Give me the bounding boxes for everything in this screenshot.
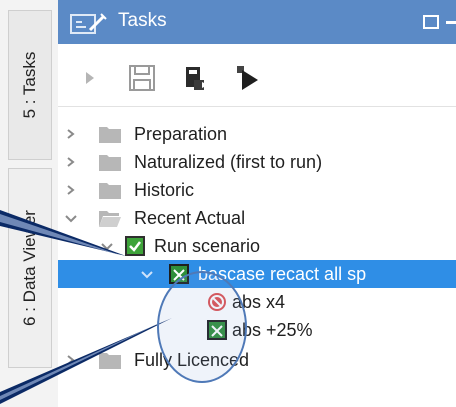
tree-item-label: abs +25%	[232, 320, 313, 340]
folder-icon	[99, 127, 121, 143]
chevron-right-icon[interactable]	[62, 148, 80, 176]
side-tab-label: 5 : Tasks	[20, 51, 39, 119]
tree-item-bascase[interactable]: bascase recact all sp	[58, 260, 456, 288]
tree-item-preparation[interactable]: Preparation	[58, 120, 456, 148]
toolbar-divider	[58, 106, 456, 107]
check-icon	[125, 236, 145, 256]
chevron-down-icon[interactable]	[138, 260, 156, 288]
tree-item-label: Run scenario	[154, 236, 261, 256]
tree-item-label: Preparation	[134, 124, 228, 144]
folder-icon	[99, 183, 121, 199]
export-icon[interactable]	[174, 58, 214, 98]
tree-item-run-scenario[interactable]: Run scenario	[58, 232, 456, 260]
task-tree: Preparation Naturalized (first to run) H…	[58, 108, 456, 407]
tasks-panel: Tasks Preparation Naturalized (first to …	[58, 0, 456, 407]
side-tab-data-viewer[interactable]: 6 : Data Viewer	[8, 168, 52, 368]
folder-icon	[99, 353, 121, 369]
chevron-down-icon[interactable]	[62, 204, 80, 232]
maximize-icon[interactable]	[420, 12, 456, 34]
panel-title: Tasks	[118, 10, 167, 31]
tree-item-label: Historic	[134, 180, 195, 200]
tree-item-naturalized[interactable]: Naturalized (first to run)	[58, 148, 456, 176]
side-tab-strip: 5 : Tasks 6 : Data Viewer	[0, 0, 58, 407]
tree-item-abs-x4[interactable]: abs x4	[58, 288, 456, 316]
side-tab-label: 6 : Data Viewer	[20, 210, 39, 326]
chevron-right-icon[interactable]	[62, 120, 80, 148]
chevron-down-icon[interactable]	[98, 232, 116, 260]
error-icon	[208, 293, 226, 311]
tree-item-abs-25[interactable]: abs +25%	[58, 316, 456, 344]
tree-item-label: Naturalized (first to run)	[134, 152, 323, 172]
side-tab-tasks[interactable]: 5 : Tasks	[8, 10, 52, 160]
tree-item-label: Fully Licenced	[134, 350, 250, 370]
save-icon[interactable]	[122, 58, 162, 98]
screenshot-root: 5 : Tasks 6 : Data Viewer Tasks Preparat…	[0, 0, 456, 407]
tree-item-label: bascase recact all sp	[198, 264, 367, 284]
tree-item-label: abs x4	[232, 292, 286, 312]
play-icon[interactable]	[72, 58, 112, 98]
chevron-right-icon[interactable]	[62, 346, 80, 374]
tree-item-recent-actual[interactable]: Recent Actual	[58, 204, 456, 232]
tools-icon	[207, 320, 227, 340]
panel-titlebar: Tasks	[58, 0, 456, 44]
run-all-icon[interactable]	[228, 58, 268, 98]
tree-item-label: Recent Actual	[134, 208, 246, 228]
folder-icon	[99, 155, 121, 171]
tools-icon	[169, 264, 189, 284]
folder-open-icon	[99, 211, 121, 227]
tree-item-historic[interactable]: Historic	[58, 176, 456, 204]
chevron-right-icon[interactable]	[62, 176, 80, 204]
tasks-icon	[70, 13, 107, 34]
tree-item-fully-licenced[interactable]: Fully Licenced	[58, 346, 456, 374]
tasks-toolbar	[58, 48, 456, 106]
